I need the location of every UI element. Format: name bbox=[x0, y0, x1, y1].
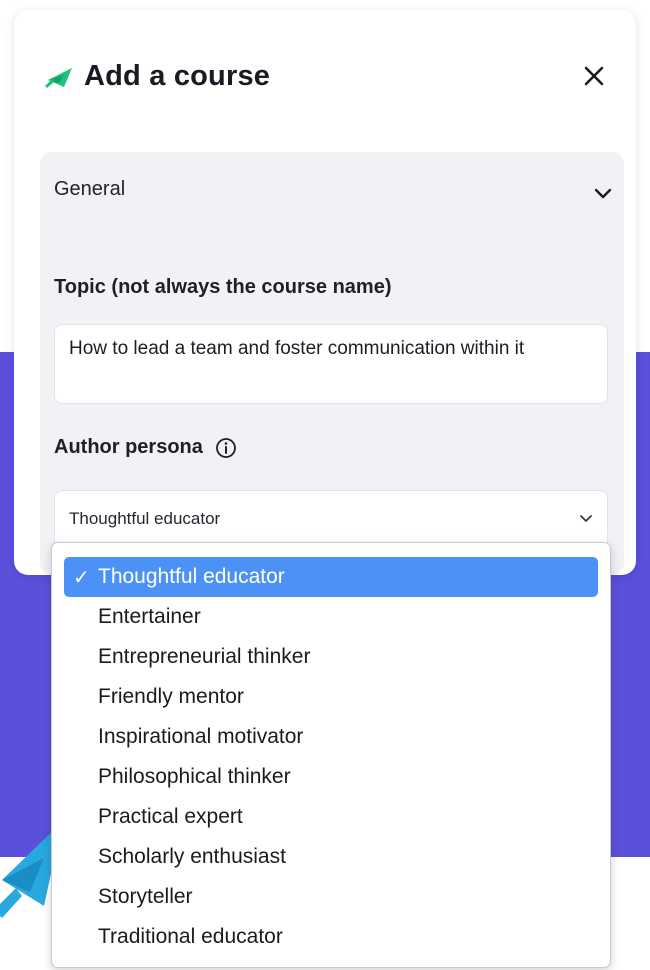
persona-option[interactable]: Traditional educator bbox=[64, 917, 598, 957]
chevron-down-icon bbox=[594, 188, 612, 199]
option-label: Friendly mentor bbox=[98, 685, 244, 708]
option-label: Entertainer bbox=[98, 605, 201, 628]
persona-label-row: Author persona bbox=[54, 436, 237, 459]
topic-label: Topic (not always the course name) bbox=[54, 276, 392, 298]
general-section-toggle[interactable]: General bbox=[54, 174, 614, 204]
persona-option[interactable]: Entrepreneurial thinker bbox=[64, 637, 598, 677]
persona-option[interactable]: Entertainer bbox=[64, 597, 598, 637]
chevron-down-icon bbox=[580, 515, 592, 522]
option-label: Entrepreneurial thinker bbox=[98, 645, 311, 668]
option-label: Philosophical thinker bbox=[98, 765, 291, 788]
modal-header: Add a course bbox=[44, 60, 270, 93]
option-label: Inspirational motivator bbox=[98, 725, 304, 748]
option-label: Scholarly enthusiast bbox=[98, 845, 286, 868]
persona-option[interactable]: Philosophical thinker bbox=[64, 757, 598, 797]
option-label: Practical expert bbox=[98, 805, 243, 828]
option-label: Storyteller bbox=[98, 885, 193, 908]
close-button[interactable] bbox=[576, 58, 612, 94]
info-icon[interactable] bbox=[215, 437, 237, 459]
persona-option[interactable]: Scholarly enthusiast bbox=[64, 837, 598, 877]
option-label: Thoughtful educator bbox=[98, 565, 285, 588]
close-icon bbox=[584, 66, 604, 86]
persona-dropdown-list: ✓ Thoughtful educator Entertainer Entrep… bbox=[51, 542, 611, 968]
persona-select-value: Thoughtful educator bbox=[69, 509, 221, 528]
persona-select[interactable]: Thoughtful educator bbox=[54, 490, 608, 548]
add-course-modal: Add a course General Topic (not always t… bbox=[14, 10, 636, 575]
persona-option[interactable]: ✓ Thoughtful educator bbox=[64, 557, 598, 597]
check-icon: ✓ bbox=[73, 566, 90, 589]
option-label: Traditional educator bbox=[98, 925, 283, 948]
persona-label: Author persona bbox=[54, 436, 203, 458]
persona-option[interactable]: Friendly mentor bbox=[64, 677, 598, 717]
persona-option[interactable]: Practical expert bbox=[64, 797, 598, 837]
topic-input[interactable]: How to lead a team and foster communicat… bbox=[54, 324, 608, 404]
section-title: General bbox=[54, 177, 126, 200]
modal-title: Add a course bbox=[84, 60, 271, 92]
paper-plane-icon bbox=[45, 67, 72, 88]
persona-option[interactable]: Storyteller bbox=[64, 877, 598, 917]
persona-option[interactable]: Inspirational motivator bbox=[64, 717, 598, 757]
general-section: General Topic (not always the course nam… bbox=[40, 152, 624, 575]
